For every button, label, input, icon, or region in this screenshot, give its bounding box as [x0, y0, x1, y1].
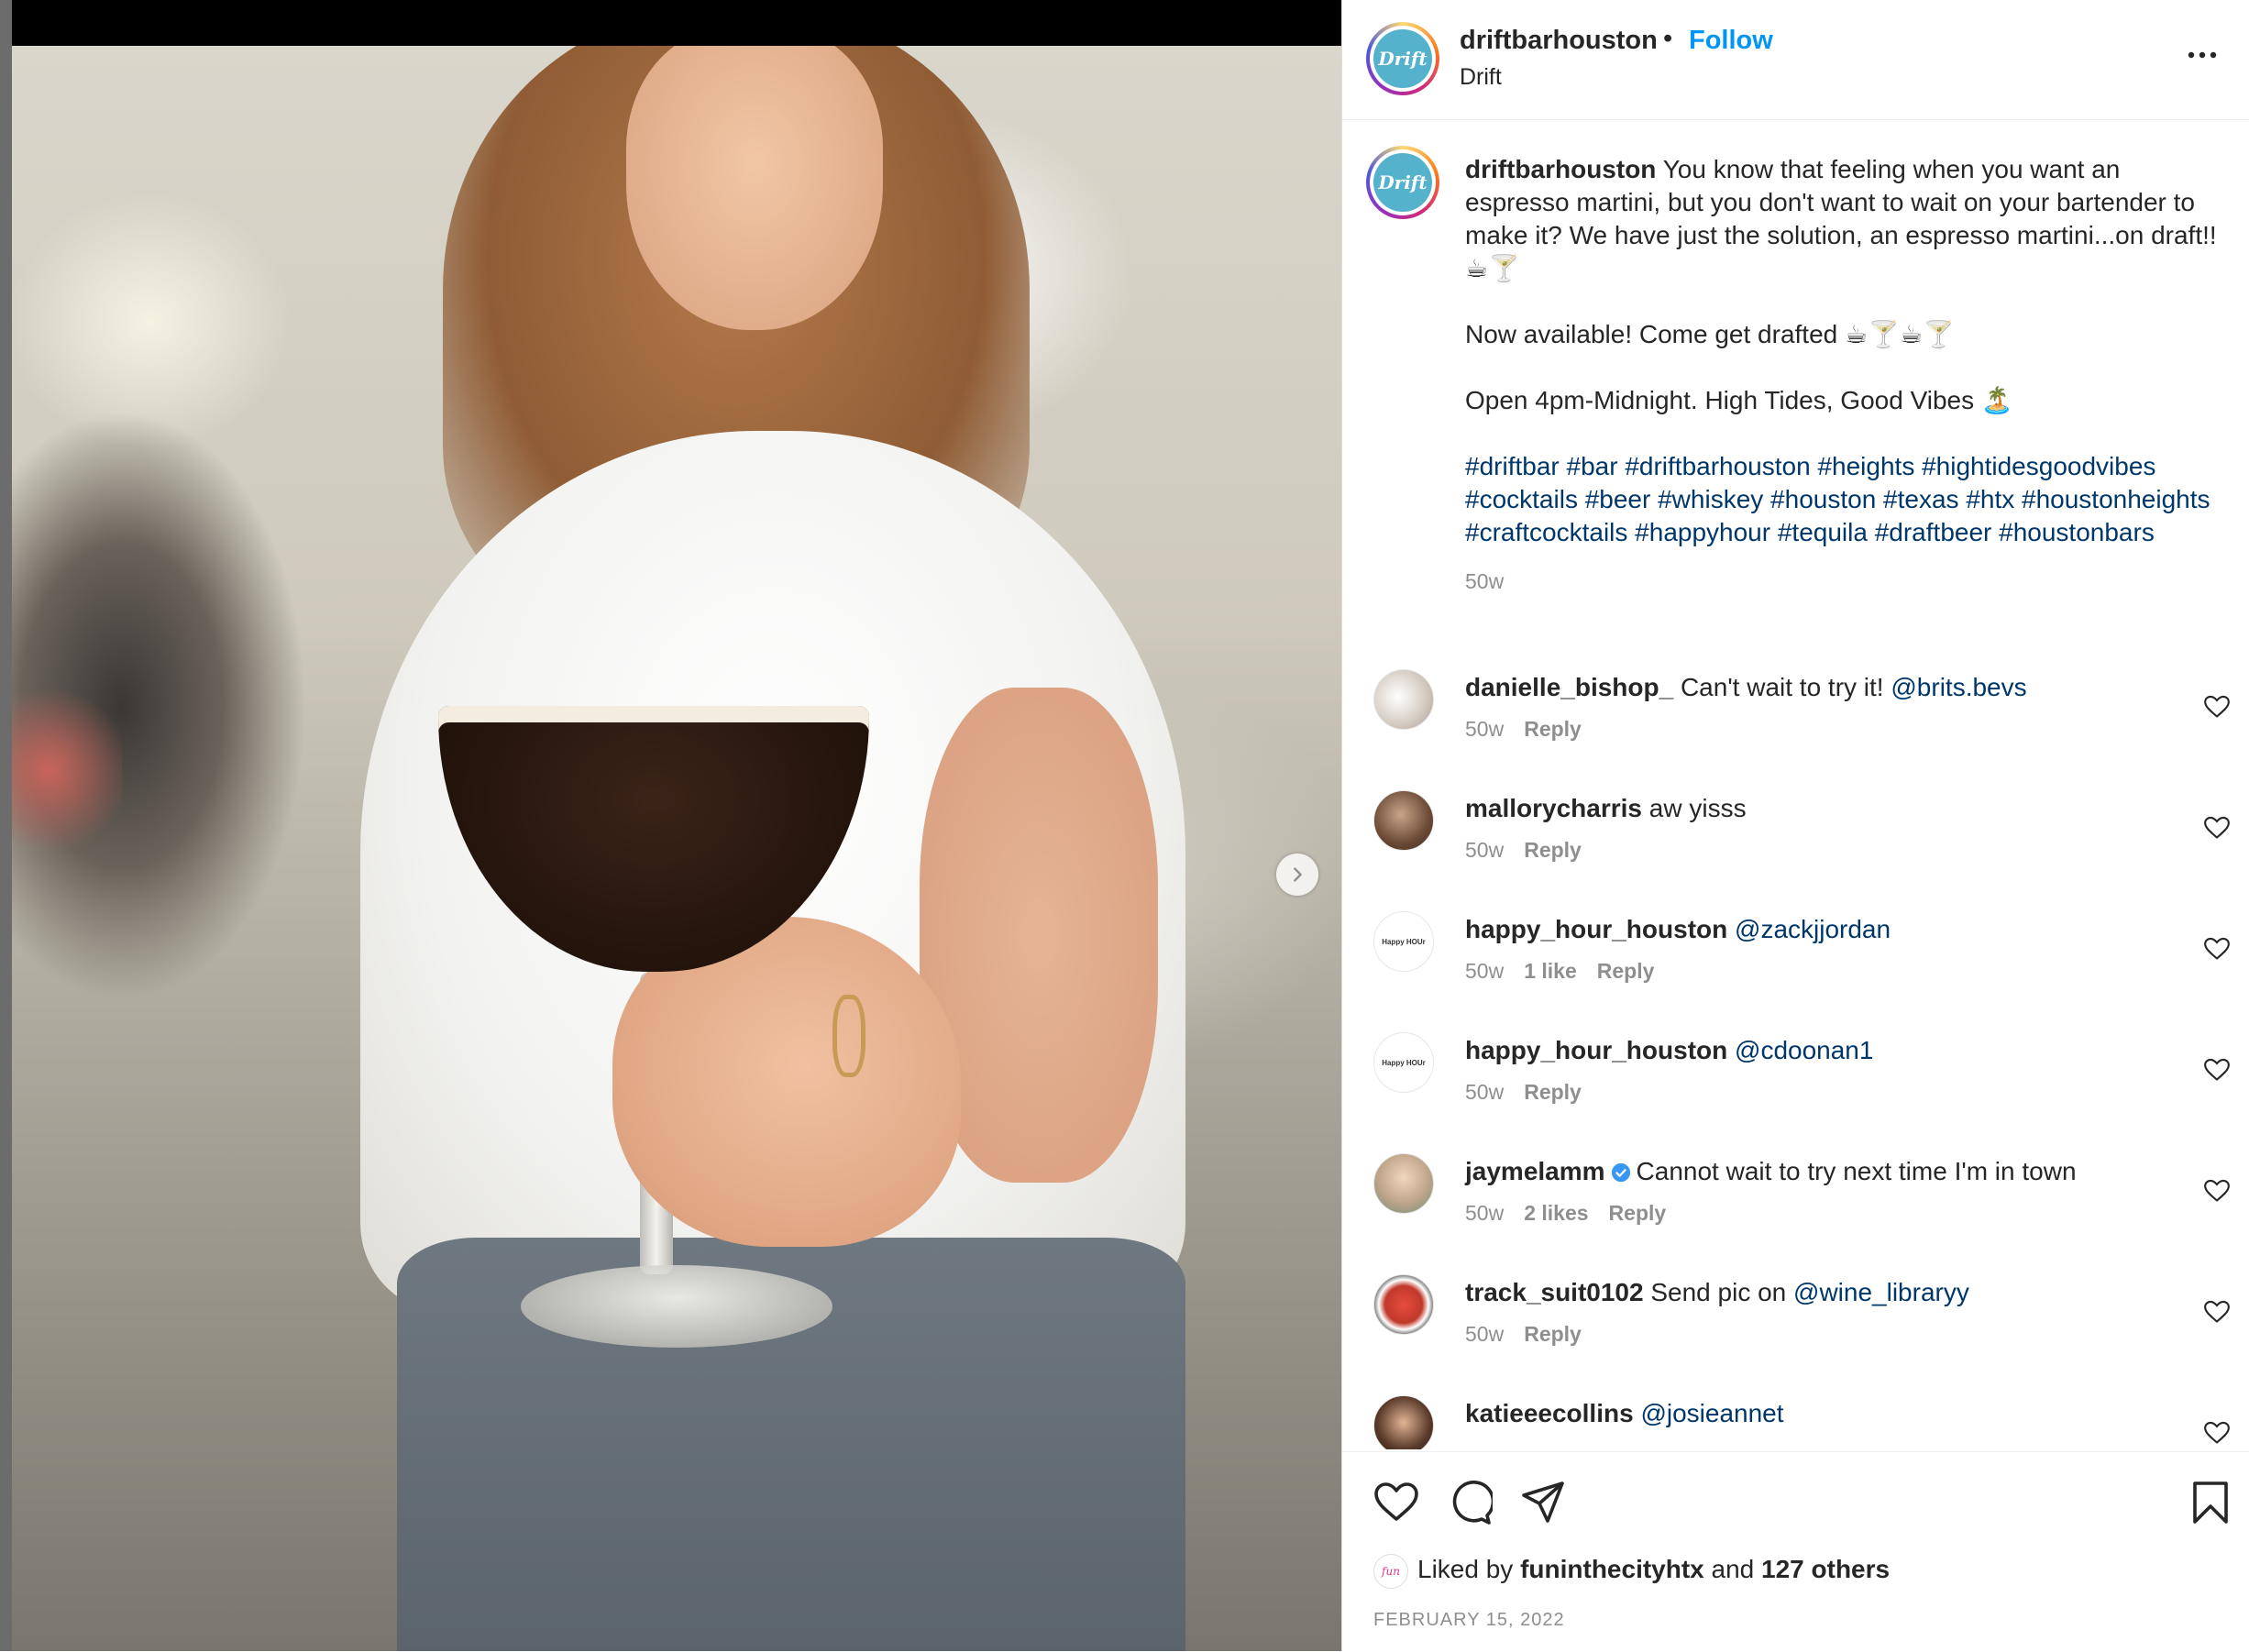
header-username[interactable]: driftbarhouston	[1460, 26, 1658, 56]
caption-text-3: Open 4pm-Midnight. High Tides, Good Vibe…	[1465, 386, 2013, 414]
comment-text: Send pic on	[1650, 1278, 1787, 1306]
comment-item: mallorycharris aw yisss 50w Reply	[1342, 790, 2249, 900]
liked-by-others[interactable]: 127 others	[1761, 1555, 1890, 1583]
reply-button[interactable]: Reply	[1524, 838, 1582, 862]
heart-icon[interactable]	[2204, 1421, 2230, 1445]
comment-time[interactable]: 50w	[1465, 1322, 1504, 1346]
post-caption: driftbarhouston You know that feeling wh…	[1465, 153, 2217, 598]
more-icon[interactable]	[2186, 46, 2219, 64]
post-footer: fun Liked by funinthecityhtx and 127 oth…	[1342, 1451, 2249, 1652]
liked-by-user[interactable]: funinthecityhtx	[1520, 1555, 1704, 1583]
liked-by-avatar-text: fun	[1382, 1565, 1400, 1578]
verified-icon	[1611, 1162, 1630, 1183]
post-photo	[12, 46, 1341, 1651]
heart-icon[interactable]	[2204, 1058, 2230, 1082]
heart-icon[interactable]	[2204, 1179, 2230, 1203]
comment-mention[interactable]: @cdoonan1	[1735, 1036, 1873, 1064]
commenter-avatar[interactable]	[1373, 1395, 1434, 1449]
reply-button[interactable]: Reply	[1597, 959, 1655, 983]
comment-mention[interactable]: @wine_libraryy	[1793, 1278, 1969, 1306]
comment-username[interactable]: happy_hour_houston	[1465, 915, 1727, 943]
liked-by-avatar[interactable]: fun	[1373, 1554, 1408, 1589]
comment-mention[interactable]: @zackjjordan	[1735, 915, 1891, 943]
comment-text: Can't wait to try it!	[1680, 673, 1884, 701]
comments-list[interactable]: Drift driftbarhouston You know that feel…	[1342, 120, 2249, 1449]
share-icon[interactable]	[1520, 1480, 1566, 1525]
reply-button[interactable]: Reply	[1524, 1080, 1582, 1104]
comment-likes[interactable]: 2 likes	[1524, 1201, 1588, 1225]
comment-time[interactable]: 50w	[1465, 838, 1504, 862]
next-arrow-icon	[1294, 867, 1302, 882]
comment-item: jaymelamm Cannot wait to try next time I'…	[1342, 1153, 2249, 1263]
comment-item: track_suit0102 Send pic on @wine_library…	[1342, 1274, 2249, 1384]
comment-username[interactable]: happy_hour_houston	[1465, 1036, 1727, 1064]
comment-text: aw yisss	[1648, 794, 1747, 822]
photo-person-face	[626, 46, 883, 330]
comment-username[interactable]: track_suit0102	[1465, 1278, 1644, 1306]
comment-time[interactable]: 50w	[1465, 717, 1504, 741]
caption-timestamp[interactable]: 50w	[1465, 569, 1504, 593]
drift-logo: Drift	[1373, 29, 1432, 88]
comment-mention[interactable]: @josieannet	[1640, 1399, 1783, 1427]
comment-username[interactable]: katieeecollins	[1465, 1399, 1634, 1427]
bookmark-icon[interactable]	[2188, 1480, 2233, 1525]
photo-background-accent	[12, 688, 122, 853]
commenter-avatar-text: Happy HOUr	[1382, 937, 1426, 946]
media-edge	[0, 0, 12, 1651]
heart-icon[interactable]	[1373, 1480, 1419, 1525]
header-location[interactable]: Drift	[1460, 64, 1502, 91]
photo-ring	[832, 995, 865, 1077]
comment-time[interactable]: 50w	[1465, 1201, 1504, 1225]
heart-icon[interactable]	[2204, 816, 2230, 840]
commenter-avatar[interactable]: Happy HOUr	[1373, 1032, 1434, 1093]
comment-item: Happy HOUr happy_hour_houston @zackjjord…	[1342, 911, 2249, 1021]
commenter-avatar-text: Happy HOUr	[1382, 1058, 1426, 1067]
comment-item: Happy HOUr happy_hour_houston @cdoonan1 …	[1342, 1032, 2249, 1142]
comment-time[interactable]: 50w	[1465, 1080, 1504, 1104]
header-separator: •	[1663, 24, 1673, 53]
heart-icon[interactable]	[2204, 937, 2230, 961]
reply-button[interactable]: Reply	[1609, 1201, 1667, 1225]
liked-by: Liked by funinthecityhtx and 127 others	[1417, 1555, 1890, 1584]
post-date[interactable]: FEBRUARY 15, 2022	[1373, 1610, 1565, 1631]
commenter-avatar[interactable]	[1373, 669, 1434, 730]
comment-likes[interactable]: 1 like	[1524, 959, 1577, 983]
post-media	[0, 0, 1341, 1651]
caption-hashtags[interactable]: #driftbar #bar #driftbarhouston #heights…	[1465, 450, 2217, 549]
comment-time[interactable]: 50w	[1465, 959, 1504, 983]
heart-icon[interactable]	[2204, 695, 2230, 719]
caption-text-2: Now available! Come get drafted ☕🍸☕🍸	[1465, 320, 1955, 348]
post-side-panel: Drift driftbarhouston • Follow Drift Dri…	[1341, 0, 2249, 1651]
photo-glass-base	[521, 1265, 832, 1348]
reply-button[interactable]: Reply	[1524, 1322, 1582, 1346]
comment-icon[interactable]	[1447, 1480, 1493, 1525]
liked-by-and: and	[1711, 1555, 1755, 1583]
drift-logo-text: Drift	[1378, 171, 1428, 193]
commenter-avatar[interactable]: Happy HOUr	[1373, 911, 1434, 972]
commenter-avatar[interactable]	[1373, 1153, 1434, 1214]
next-image-button[interactable]	[1276, 854, 1318, 896]
post-header: Drift driftbarhouston • Follow Drift	[1342, 0, 2249, 120]
comment-username[interactable]: danielle_bishop_	[1465, 673, 1673, 701]
comment-text: Cannot wait to try next time I'm in town	[1636, 1157, 2077, 1185]
comment-item: katieeecollins @josieannet	[1342, 1395, 2249, 1449]
comment-item: danielle_bishop_ Can't wait to try it! @…	[1342, 669, 2249, 779]
caption-username[interactable]: driftbarhouston	[1465, 155, 1656, 183]
reply-button[interactable]: Reply	[1524, 717, 1582, 741]
header-avatar[interactable]: Drift	[1366, 22, 1439, 95]
heart-icon[interactable]	[2204, 1300, 2230, 1324]
comment-mention[interactable]: @brits.bevs	[1891, 673, 2026, 701]
drift-logo-text: Drift	[1378, 48, 1428, 70]
liked-by-prefix: Liked by	[1417, 1555, 1514, 1583]
commenter-avatar[interactable]	[1373, 790, 1434, 851]
commenter-avatar[interactable]	[1373, 1274, 1434, 1335]
comment-username[interactable]: jaymelamm	[1465, 1157, 1605, 1185]
follow-button[interactable]: Follow	[1689, 26, 1773, 56]
caption-avatar[interactable]: Drift	[1366, 146, 1439, 219]
comment-username[interactable]: mallorycharris	[1465, 794, 1642, 822]
